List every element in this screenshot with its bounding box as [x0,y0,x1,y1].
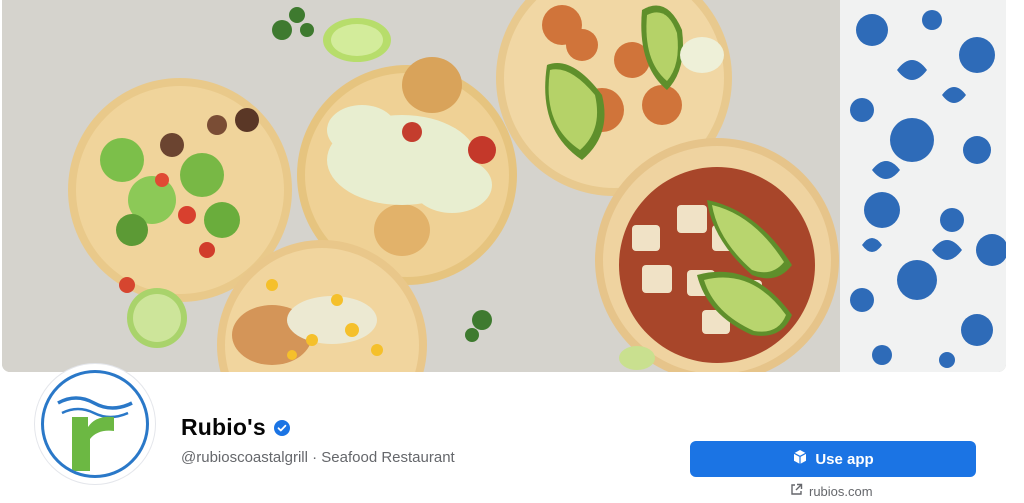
rubios-logo-mark [57,396,133,471]
cover-photo-image [2,0,1006,372]
use-app-label: Use app [815,450,874,468]
page-header: Rubio's @rubioscoastalgrill · Seafood Re… [0,0,1024,503]
profile-avatar[interactable] [35,364,155,484]
page-handle-category: @rubioscoastalgrill · Seafood Restaurant [181,449,455,466]
cover-photo[interactable] [2,0,1006,372]
verified-badge-icon[interactable] [273,419,290,436]
external-link-icon [790,483,803,499]
website-label: rubios.com [809,483,873,499]
page-title[interactable]: Rubio's [181,414,266,441]
use-app-button[interactable]: Use app [690,441,976,477]
page-name-row: Rubio's [181,414,290,441]
website-link[interactable]: rubios.com [790,483,873,499]
rubios-logo [41,370,149,478]
cube-icon [792,449,808,469]
